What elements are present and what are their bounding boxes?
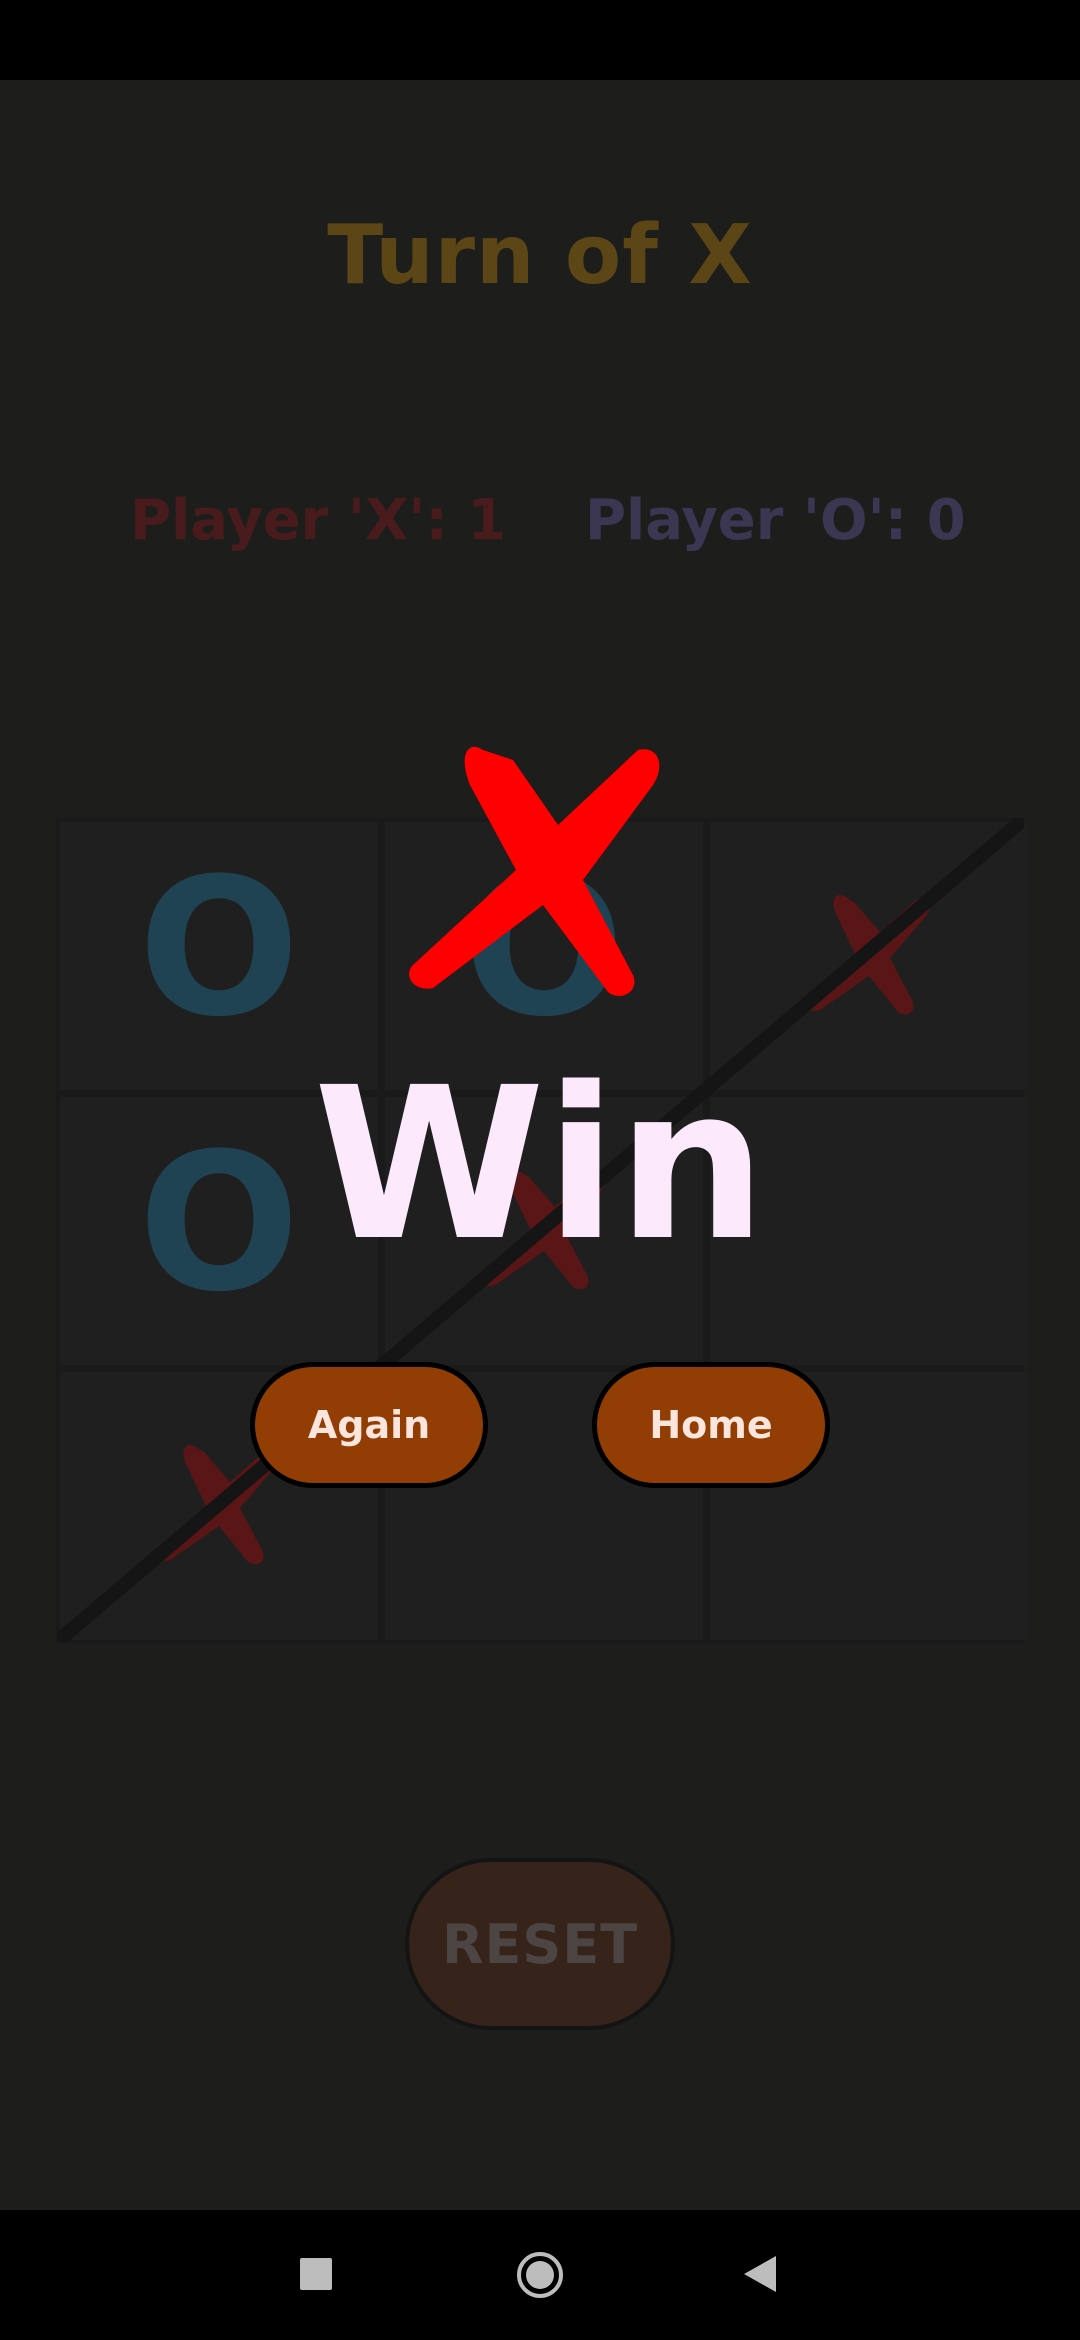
score-player-o: Player 'O': 0 [585, 488, 966, 553]
recents-icon[interactable] [300, 2258, 332, 2290]
again-button[interactable]: Again [250, 1362, 488, 1488]
status-bar [0, 0, 1080, 80]
win-message: Win [313, 1042, 767, 1287]
home-button[interactable]: Home [592, 1362, 830, 1488]
reset-button[interactable]: RESET [405, 1858, 675, 2030]
score-player-x: Player 'X': 1 [130, 488, 507, 553]
o-mark-icon: O [138, 837, 300, 1059]
turn-indicator: Turn of X [327, 208, 753, 303]
back-triangle-icon[interactable] [742, 2254, 778, 2294]
x-mark-icon [805, 894, 930, 1015]
x-mark-icon [409, 746, 660, 996]
home-circle-icon[interactable] [515, 2250, 565, 2300]
